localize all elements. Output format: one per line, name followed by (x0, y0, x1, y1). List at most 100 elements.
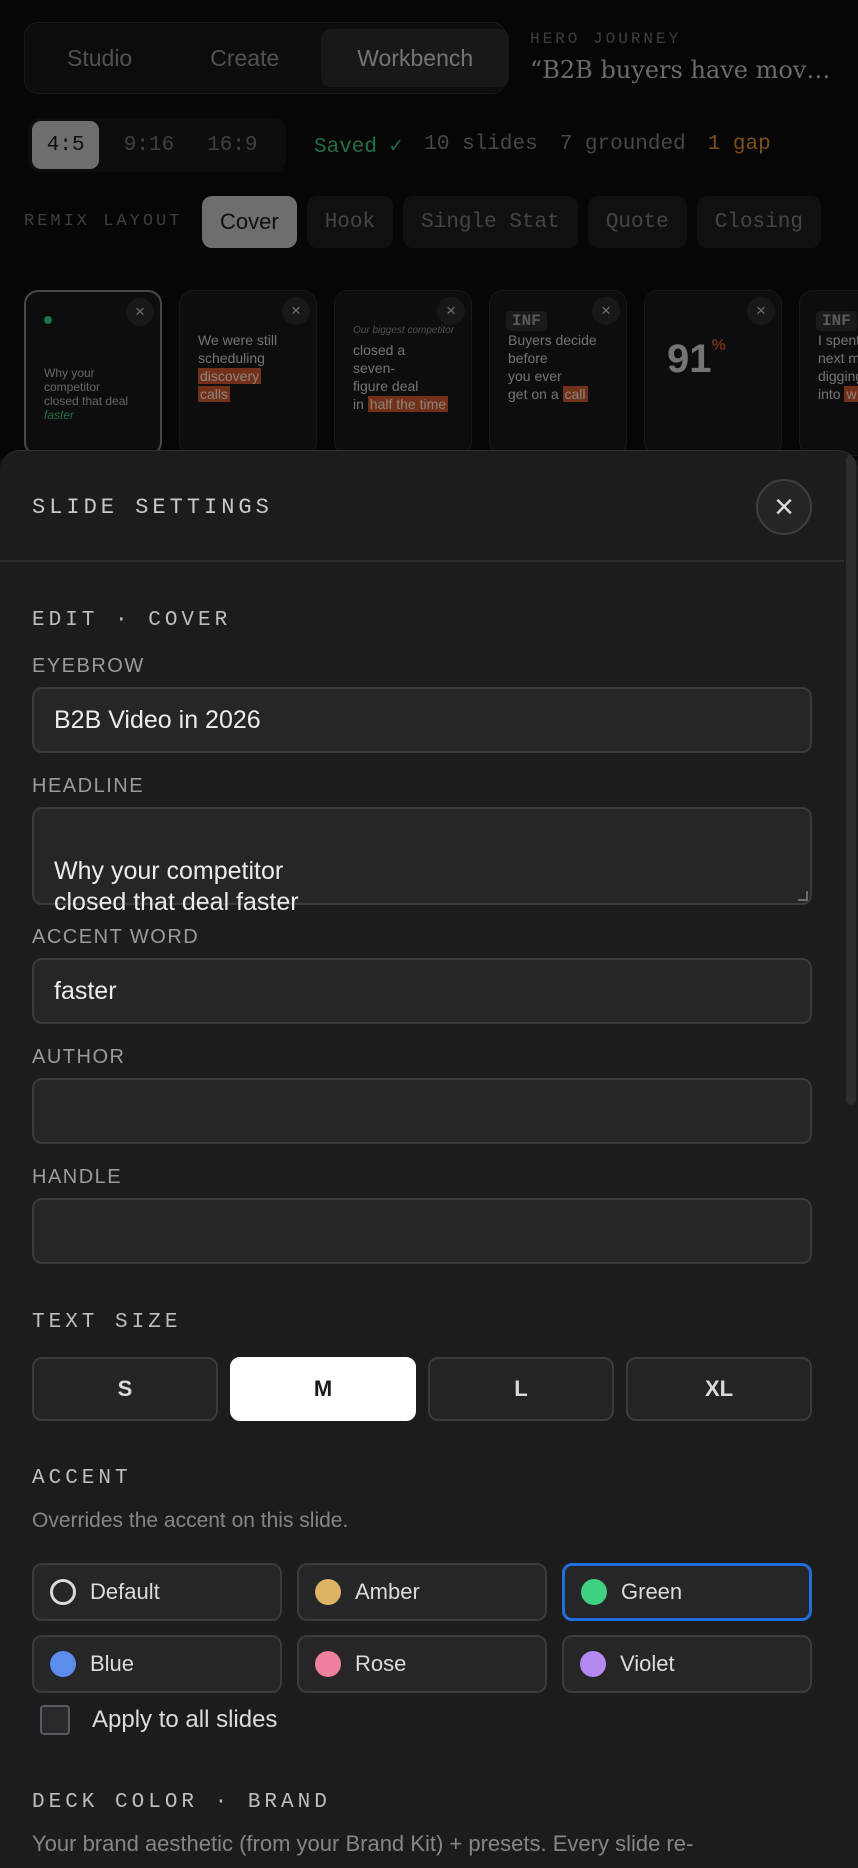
grounded-count: 7 grounded (559, 133, 686, 156)
accent-blue-label: Blue (90, 1651, 135, 1676)
scrollbar-thumb[interactable] (846, 455, 856, 1105)
ratio-4-5-button[interactable]: 4:5 (32, 121, 100, 169)
remix-layout-options: Cover Hook Single Stat Quote Closing (202, 196, 821, 248)
aspect-ratio-selector: 4:5 9:16 16:9 (28, 118, 286, 172)
accent-options: Default Amber Green Blue Rose Violet (32, 1563, 812, 1693)
accent-amber-label: Amber (355, 1579, 420, 1604)
accent-word-input[interactable] (32, 958, 812, 1024)
violet-dot-icon (580, 1651, 606, 1677)
green-dot-icon (581, 1579, 607, 1605)
slide-thumbnail-6[interactable]: INF I spent next m digging into w (799, 290, 858, 456)
slide-thumbnail-strip: Why your competitor closed that deal fas… (24, 290, 858, 460)
accent-amber-option[interactable]: Amber (297, 1563, 547, 1621)
handle-input[interactable] (32, 1198, 812, 1264)
hero-quote[interactable]: “B2B buyers have mov… (530, 56, 830, 84)
ratio-9-16-button[interactable]: 9:16 (115, 121, 182, 169)
thumb-3-prefix: in (353, 396, 364, 412)
accent-word-label: ACCENT WORD (32, 926, 200, 948)
saved-status: Saved ✓ (314, 136, 403, 159)
thumb-2-line-2: scheduling (198, 350, 265, 366)
layout-quote-button[interactable]: Quote (587, 196, 687, 248)
text-size-m-button[interactable]: M (230, 1357, 416, 1421)
accent-green-option[interactable]: Green (562, 1563, 812, 1621)
resize-handle-icon[interactable] (798, 891, 808, 901)
close-sheet-button[interactable]: × (756, 479, 812, 535)
deck-color-title: DECK COLOR · BRAND (32, 1791, 331, 1814)
layout-single-stat-button[interactable]: Single Stat (403, 196, 578, 248)
mode-tabs: Studio Create Workbench (24, 22, 510, 94)
apply-all-checkbox[interactable] (40, 1705, 70, 1735)
handle-label: HANDLE (32, 1166, 123, 1188)
thumb-4-prefix: get on a (508, 386, 559, 402)
slide-thumbnail-5[interactable]: 91% × (644, 290, 782, 456)
thumb-6-highlight: w (844, 386, 858, 402)
thumb-3-line-2: seven- (353, 360, 396, 376)
edit-section-title: EDIT · COVER (32, 609, 232, 632)
accent-blue-option[interactable]: Blue (32, 1635, 282, 1693)
accent-rose-option[interactable]: Rose (297, 1635, 547, 1693)
tab-studio[interactable]: Studio (31, 29, 168, 87)
layout-hook-button[interactable]: Hook (306, 196, 394, 248)
thumb-4-tag: INF (506, 311, 547, 331)
workbench-header: Studio Create Workbench HERO JOURNEY “B2… (0, 0, 858, 460)
apply-all-row[interactable]: Apply to all slides (40, 1705, 277, 1735)
text-size-l-button[interactable]: L (428, 1357, 614, 1421)
sheet-scrollbar[interactable] (844, 451, 858, 1868)
thumb-3-line-1: closed a (353, 342, 406, 358)
close-icon: × (774, 488, 794, 526)
blue-dot-icon (50, 1651, 76, 1677)
thumb-5-stat: 91% (667, 337, 726, 382)
slide-thumbnail-4[interactable]: INF Buyers decide before you ever get on… (489, 290, 627, 456)
thumb-1-line-3: closed that deal (44, 394, 129, 408)
accent-default-option[interactable]: Default (32, 1563, 282, 1621)
text-size-s-button[interactable]: S (32, 1357, 218, 1421)
accent-rose-label: Rose (355, 1651, 407, 1676)
headline-text: Why your competitor closed that deal fas… (54, 857, 299, 916)
thumb-6-line-2: next m (818, 350, 858, 366)
remove-slide-5-icon[interactable]: × (747, 297, 775, 325)
thumb-4-highlight: call (562, 386, 588, 402)
accent-violet-option[interactable]: Violet (562, 1635, 812, 1693)
text-size-selector: S M L XL (32, 1357, 812, 1421)
gap-count[interactable]: 1 gap (708, 133, 771, 159)
thumb-4-line-1: Buyers decide (508, 332, 597, 348)
accent-violet-label: Violet (620, 1651, 675, 1676)
text-size-xl-button[interactable]: XL (626, 1357, 812, 1421)
tab-workbench[interactable]: Workbench (321, 29, 510, 87)
remove-slide-4-icon[interactable]: × (592, 297, 620, 325)
deck-color-hint: Your brand aesthetic (from your Brand Ki… (32, 1831, 694, 1856)
slide-thumbnail-2[interactable]: We were still scheduling discovery calls… (179, 290, 317, 456)
remove-slide-1-icon[interactable]: × (126, 298, 154, 326)
layout-cover-button[interactable]: Cover (202, 196, 297, 248)
accent-green-label: Green (621, 1579, 683, 1604)
sheet-divider (0, 560, 844, 562)
headline-textarea[interactable]: Why your competitor closed that deal fas… (32, 807, 812, 916)
thumb-1-line-1: Why your (44, 366, 95, 380)
thumb-5-stat-unit: % (711, 337, 726, 354)
remove-slide-3-icon[interactable]: × (437, 297, 465, 325)
accent-hint: Overrides the accent on this slide. (32, 1509, 349, 1532)
thumb-2-highlight-2: calls (198, 386, 231, 402)
thumb-6-prefix: into (818, 386, 841, 402)
tab-create[interactable]: Create (174, 29, 315, 87)
thumb-3-line-3: figure deal (353, 378, 419, 394)
brand-dot-icon (44, 316, 52, 324)
thumb-1-accent: faster (44, 408, 75, 422)
layout-closing-button[interactable]: Closing (696, 196, 821, 248)
accent-default-label: Default (90, 1579, 160, 1604)
thumb-4-line-3: you ever (508, 368, 562, 384)
eyebrow-input[interactable] (32, 687, 812, 753)
text-size-title: TEXT SIZE (32, 1311, 182, 1334)
ratio-16-9-button[interactable]: 16:9 (199, 121, 266, 169)
slide-thumbnail-3[interactable]: Our biggest competitor closed a seven- f… (334, 290, 472, 456)
slide-count: 10 slides (424, 133, 538, 156)
slide-thumbnail-1[interactable]: Why your competitor closed that deal fas… (24, 290, 162, 456)
author-input[interactable] (32, 1078, 812, 1144)
eyebrow-label: EYEBROW (32, 655, 145, 677)
thumb-2-highlight-1: discovery (198, 368, 262, 384)
rose-dot-icon (315, 1651, 341, 1677)
thumb-6-line-3: digging (818, 368, 858, 384)
thumb-6-tag: INF (816, 311, 857, 331)
thumb-6-line-1: I spent (818, 332, 858, 348)
remove-slide-2-icon[interactable]: × (282, 297, 310, 325)
